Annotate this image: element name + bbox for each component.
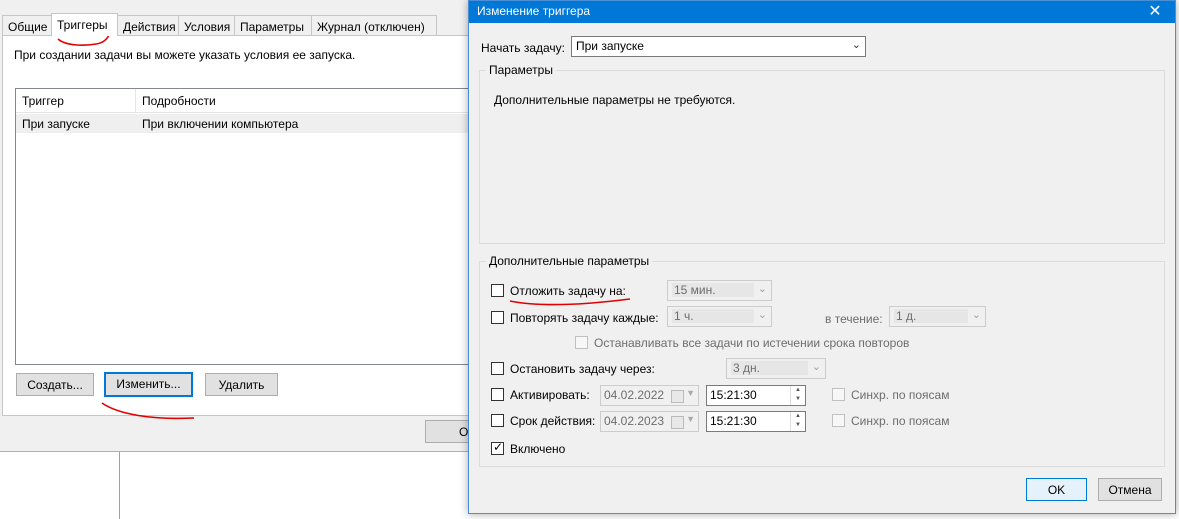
annotation-marks [57,32,631,420]
annotation-underline-edit-button [101,402,195,420]
annotation-underline-delay-label [509,298,631,306]
tab-triggers[interactable]: Триггеры [51,13,118,36]
